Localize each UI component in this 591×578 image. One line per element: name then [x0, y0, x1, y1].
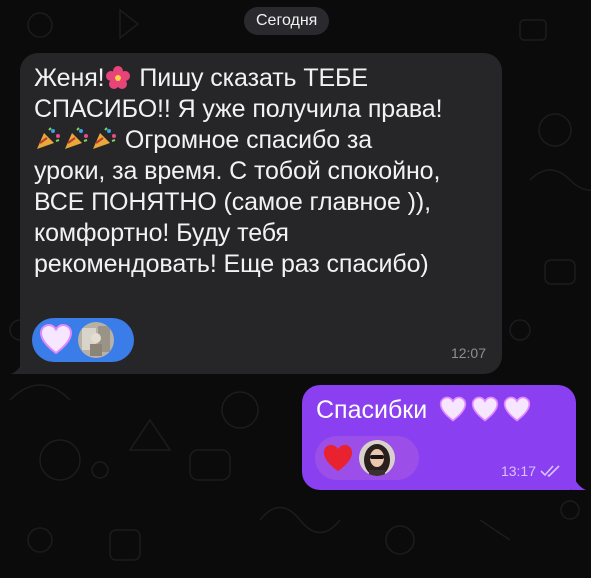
message-line: Спасибки	[316, 396, 428, 424]
date-separator: Сегодня	[244, 7, 330, 35]
message-line: Огромное спасибо за	[118, 126, 373, 154]
red-heart-icon	[323, 444, 353, 472]
avatar[interactable]	[359, 440, 395, 476]
message-line: комфортно! Буду тебя	[34, 219, 289, 247]
white-heart-icon	[39, 323, 73, 355]
message-line: СПАСИБО!! Я уже получила права!	[34, 95, 443, 123]
party-popper-icon	[93, 127, 116, 149]
white-heart-icon	[439, 396, 467, 422]
outgoing-message-bubble[interactable]: Спасибки 13:17	[302, 385, 586, 490]
double-check-icon	[540, 465, 560, 478]
party-popper-icon	[65, 127, 88, 149]
message-line: Женя!	[34, 64, 105, 92]
message-time: 12:07	[450, 345, 486, 361]
message-line: уроки, за время. С тобой спокойно,	[34, 157, 441, 185]
message-line: ВСЕ ПОНЯТНО (самое главное )),	[34, 188, 431, 216]
reaction-pill[interactable]	[32, 318, 134, 362]
white-heart-icon	[503, 396, 531, 422]
hibiscus-icon	[106, 66, 131, 89]
bubble-tail	[11, 356, 25, 374]
avatar-image	[78, 322, 114, 358]
avatar[interactable]	[78, 322, 114, 358]
message-meta: 13:17	[501, 463, 562, 479]
party-popper-icon	[37, 127, 60, 149]
message-line: рекомендовать! Еще раз спасибо)	[34, 250, 429, 278]
message-text: Женя! Пишу сказать ТЕБЕ СПАСИБО!! Я уже …	[34, 63, 488, 280]
bubble-tail	[572, 472, 586, 490]
avatar-image	[359, 440, 395, 476]
incoming-message-bubble[interactable]: Женя! Пишу сказать ТЕБЕ СПАСИБО!! Я уже …	[11, 53, 502, 374]
message-time: 13:17	[500, 463, 536, 479]
reaction-pill[interactable]	[315, 436, 419, 480]
message-line: Пишу сказать ТЕБЕ	[132, 64, 368, 92]
white-heart-icon	[471, 396, 499, 422]
message-text: Спасибки	[316, 394, 562, 426]
